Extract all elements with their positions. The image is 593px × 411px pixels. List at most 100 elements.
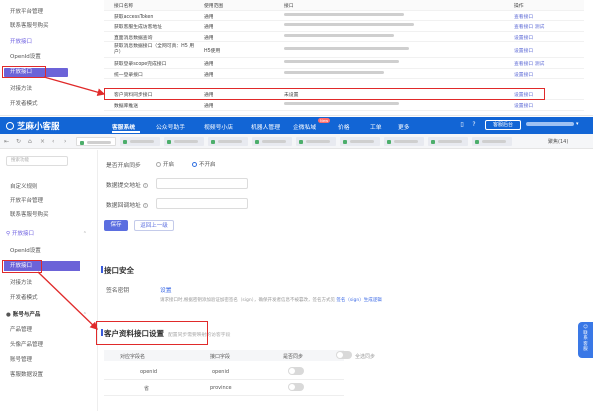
page-tab[interactable] xyxy=(76,137,116,146)
sign-key-set-link[interactable]: 设置 xyxy=(160,285,172,294)
help-icon[interactable]: ? xyxy=(470,121,478,129)
radio-label: 开启 xyxy=(163,162,175,168)
sign-key-label: 签名密钥 xyxy=(106,288,130,294)
submit-url-input[interactable] xyxy=(156,178,248,189)
ref-sidebar-item[interactable]: OpenId设置 xyxy=(10,53,41,62)
row-divider xyxy=(104,395,344,396)
contact-support-float[interactable]: ☺ 联系客服 xyxy=(578,322,593,358)
page-tab[interactable] xyxy=(472,137,512,146)
back-button[interactable]: 返回上一级 xyxy=(134,220,174,231)
link-icon: ⚲ xyxy=(6,231,11,237)
next-icon[interactable]: › xyxy=(64,138,70,145)
sidebar-item[interactable]: 客服数据设置 xyxy=(10,370,43,380)
field-name: openid xyxy=(140,369,158,375)
nav-video-shop[interactable]: 视频号小店 xyxy=(204,122,233,131)
nav-robot[interactable]: 机器人管理 xyxy=(251,122,280,131)
sidebar-item[interactable]: 对接方法 xyxy=(10,278,32,288)
nav-customer-service[interactable]: 客服系统 xyxy=(112,122,135,131)
prev-icon[interactable]: ‹ xyxy=(52,138,58,145)
row-action-link[interactable]: 查看接口 测试 xyxy=(514,23,544,30)
sidebar-item-openid[interactable]: OpenId设置 xyxy=(10,246,41,256)
nav-price[interactable]: 价格 xyxy=(338,122,350,131)
radio-checked-icon xyxy=(192,162,197,167)
help-icon[interactable]: ? xyxy=(142,183,148,188)
main-content: 是否开启同步 开启 不开启 数据提交地址? 数据回调地址? 保存 返回上一级 接… xyxy=(100,150,585,411)
home-icon[interactable]: ⌂ xyxy=(28,138,34,145)
support-icon: ☺ xyxy=(583,325,588,330)
row-action-link[interactable]: 查看接口 测试 xyxy=(514,60,544,67)
select-all-toggle[interactable] xyxy=(336,351,352,359)
sidebar-item[interactable]: 联系客服号购买 xyxy=(10,210,49,220)
page-tab[interactable] xyxy=(164,137,204,146)
sidebar-item[interactable]: 开发者模式 xyxy=(10,293,38,303)
row-action-link[interactable]: 设置接口 xyxy=(514,47,533,54)
page-tab-strip: ⇤ ↻ ⌂ × ‹ › 聚焦(14) xyxy=(0,134,593,149)
sync-label: 是否开启同步 xyxy=(106,163,141,169)
ref-sidebar-item[interactable]: 联系客服号购买 xyxy=(10,22,49,31)
ref-sidebar-item[interactable]: 开发者模式 xyxy=(10,100,38,109)
ref-sidebar-item[interactable]: 对接方法 xyxy=(10,85,32,94)
new-badge: New xyxy=(318,118,331,123)
column-header: 操作 xyxy=(514,4,524,9)
security-section-title: 接口安全 xyxy=(101,266,134,275)
field-key: province xyxy=(210,385,232,391)
back-icon[interactable]: ⇤ xyxy=(4,138,10,145)
sync-toggle[interactable] xyxy=(288,383,304,391)
nav-wecom[interactable]: 企微私域 xyxy=(293,122,316,131)
table-row: 直面消息数据查询 通用 设置接口 xyxy=(104,32,584,42)
logo-text: 芝麻小客服 xyxy=(17,122,60,132)
app-logo[interactable]: 芝麻小客服 xyxy=(6,120,60,132)
sidebar-item[interactable]: 自定义规则 xyxy=(10,182,38,192)
row-action-link[interactable]: 查看接口 xyxy=(514,13,533,20)
page-tab[interactable] xyxy=(428,137,468,146)
highlight-box xyxy=(104,88,545,100)
column-header: 接口名称 xyxy=(114,4,134,9)
sidebar-search-input[interactable]: 搜索功能 xyxy=(6,156,68,166)
notification-icon[interactable]: ▯ xyxy=(458,121,466,129)
column-header: 使用范围 xyxy=(204,4,224,9)
sidebar-section-open-api[interactable]: ⚲ 开放接口 xyxy=(6,229,34,239)
sidebar-item[interactable]: 账号管理 xyxy=(10,355,32,365)
ref-sidebar-item[interactable]: 开放平台管理 xyxy=(10,8,43,17)
user-account[interactable]: ▾ xyxy=(526,121,584,129)
page-tab[interactable] xyxy=(252,137,292,146)
nav-more[interactable]: 更多 xyxy=(398,122,410,131)
reference-screenshot: 开放平台管理 联系客服号购买 开放接口 OpenId设置 开放接口 对接方法 开… xyxy=(0,0,593,116)
chevron-up-icon[interactable]: ⌃ xyxy=(83,231,87,237)
row-action-link[interactable]: 设置接口 xyxy=(514,34,533,41)
nav-ticket[interactable]: 工单 xyxy=(370,122,382,131)
page-tab[interactable] xyxy=(208,137,248,146)
sidebar-item[interactable]: 产品管理 xyxy=(10,325,32,335)
sync-toggle[interactable] xyxy=(288,367,304,375)
sidebar-item[interactable]: 头像产品管理 xyxy=(10,340,43,350)
active-nav-indicator xyxy=(112,131,140,133)
sign-doc-link[interactable]: 签名（sign）生成逻辑 xyxy=(336,298,381,303)
sidebar-section-label: 账号与产品 xyxy=(12,312,41,318)
row-action-link[interactable]: 设置接口 xyxy=(514,71,533,78)
refresh-icon[interactable]: ↻ xyxy=(16,138,22,145)
close-icon[interactable]: × xyxy=(40,138,46,145)
radio-enable[interactable]: 开启 xyxy=(156,160,174,168)
radio-disable[interactable]: 不开启 xyxy=(192,160,216,168)
chevron-down-icon: ▾ xyxy=(576,121,579,127)
row-action-link[interactable]: 设置接口 xyxy=(514,102,533,109)
callback-url-input[interactable] xyxy=(156,198,248,209)
row-divider xyxy=(104,379,344,380)
page-tab[interactable] xyxy=(340,137,380,146)
save-button[interactable]: 保存 xyxy=(104,220,128,231)
chevron-up-icon[interactable]: ⌃ xyxy=(83,312,87,318)
submit-url-label: 数据提交地址? xyxy=(106,183,148,189)
ref-sidebar-section[interactable]: 开放接口 xyxy=(10,38,32,47)
page-tab[interactable] xyxy=(120,137,160,146)
page-tab[interactable] xyxy=(296,137,336,146)
page-tab[interactable] xyxy=(384,137,424,146)
sidebar-section-account[interactable]: ● 账号与产品 xyxy=(6,310,40,320)
nav-official-account[interactable]: 公众号助手 xyxy=(156,122,185,131)
tab-count-dropdown[interactable]: 聚焦(14) xyxy=(548,138,568,145)
logo-icon xyxy=(6,122,14,130)
highlight-box xyxy=(2,66,46,78)
table-row: 获取客服生成访客地址 通用 查看接口 测试 xyxy=(104,21,584,32)
help-icon[interactable]: ? xyxy=(142,203,148,208)
sidebar-item[interactable]: 开放平台管理 xyxy=(10,196,43,206)
workspace-button[interactable]: 客服后台 xyxy=(485,120,521,130)
